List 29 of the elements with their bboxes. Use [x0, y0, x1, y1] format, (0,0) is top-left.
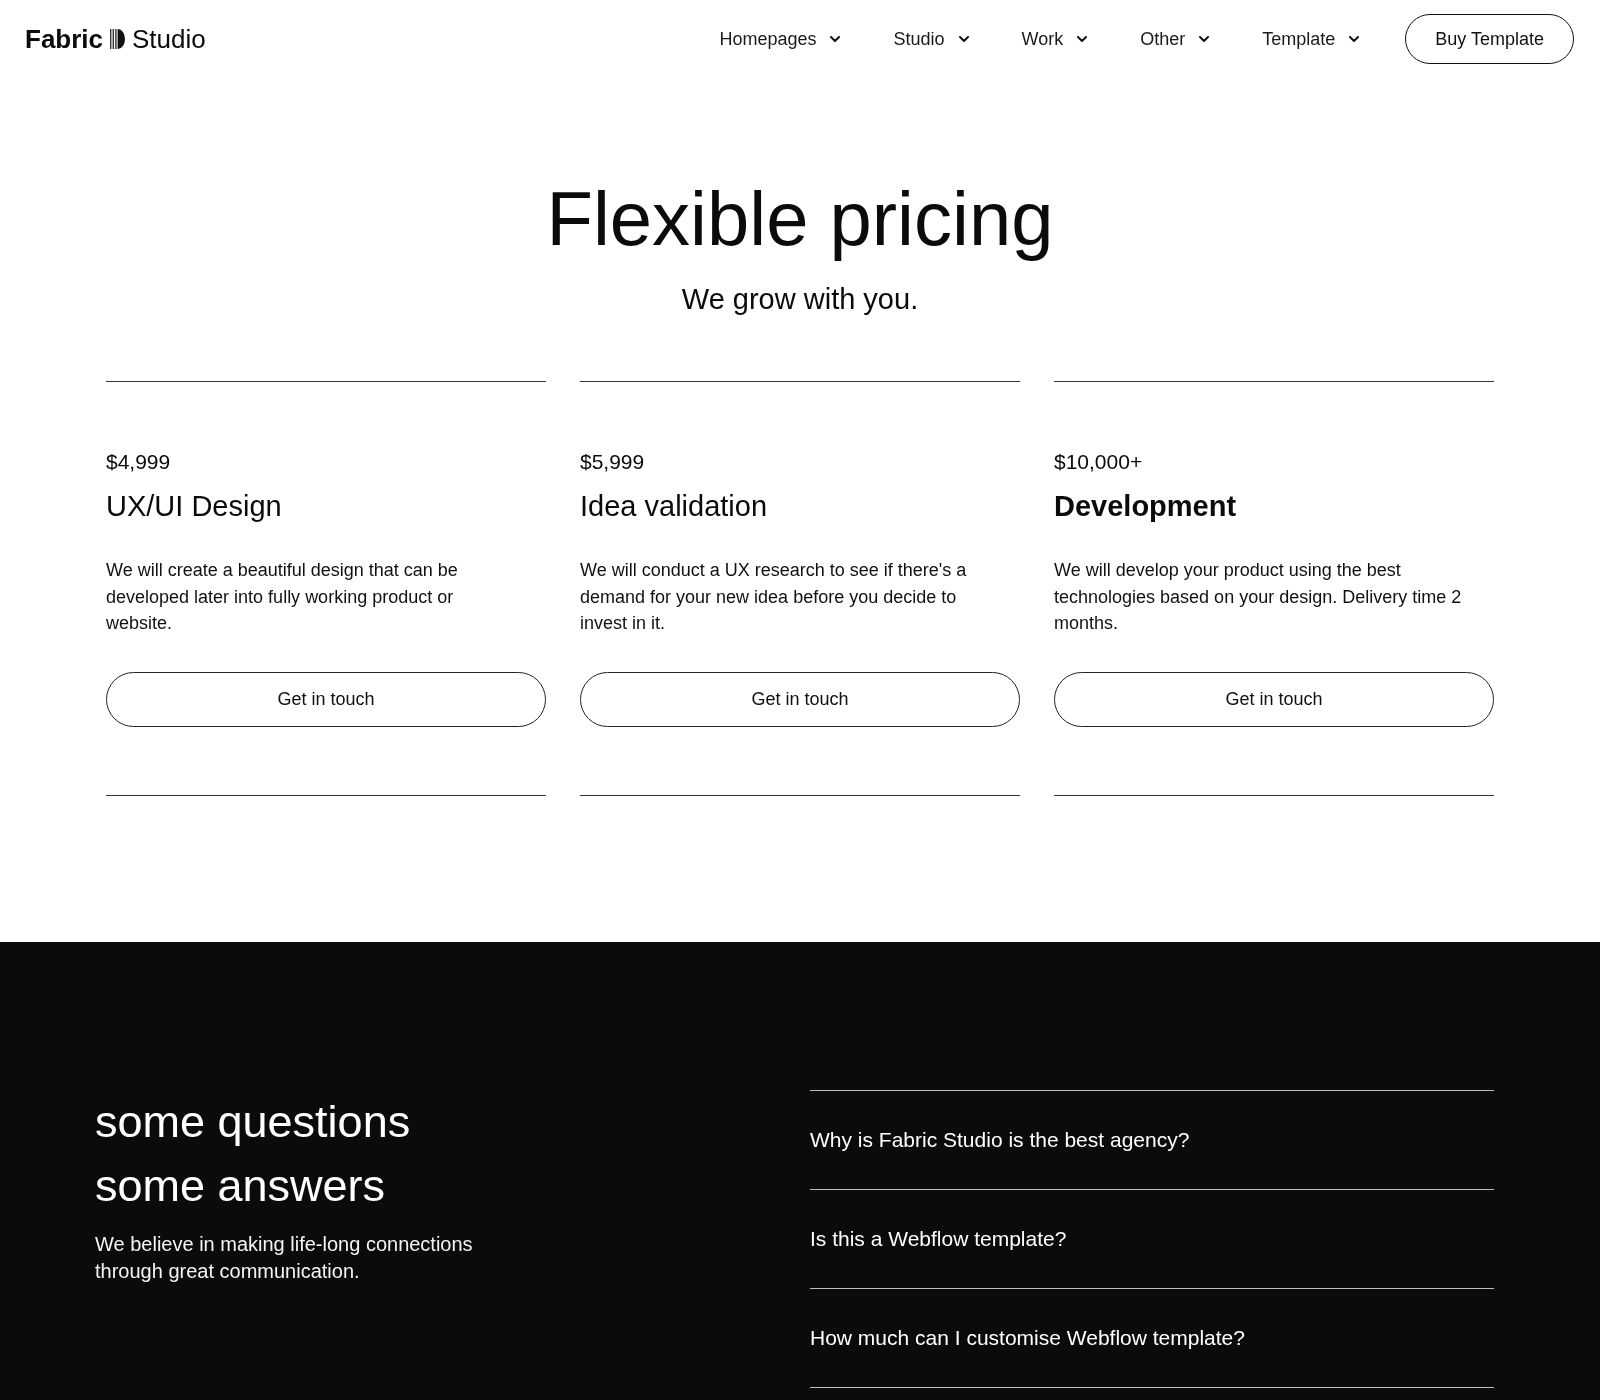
nav-menu-link[interactable]: Studio	[893, 27, 969, 51]
nav-menu-link[interactable]: Work	[1021, 27, 1088, 51]
nav-menu-link[interactable]: Other	[1140, 27, 1210, 51]
plan-price: $5,999	[580, 449, 646, 475]
plan-description: We will conduct a UX research to see if there's a demand for your new idea before you decide to invest in it.	[580, 559, 968, 635]
plan-title: Idea validation	[580, 489, 769, 524]
caret-down-icon	[1349, 36, 1360, 42]
faq-question[interactable]: Why is Fabric Studio is the best agency?	[810, 1090, 1494, 1190]
caret-down-icon	[1199, 36, 1210, 42]
nav-menu-link[interactable]: Template	[1262, 27, 1360, 51]
faq-question[interactable]: How much can I customise Webflow template?	[810, 1288, 1494, 1388]
caret-down-icon	[958, 36, 969, 42]
faq-heading: some questions some answers	[95, 1094, 412, 1213]
plan-price: $10,000+	[1054, 449, 1144, 475]
plan-price: $4,999	[106, 449, 172, 475]
nav-menu-link[interactable]: Homepages	[719, 27, 841, 51]
page-title: Flexible pricing	[545, 177, 1055, 261]
plan-description: We will develop your product using the best technologies based on your design. Delivery time 2 months.	[1054, 559, 1463, 635]
logo[interactable]: Fabric Studio	[25, 24, 206, 54]
plan-description: We will create a beautiful design that can be developed later into fully working product or website.	[106, 559, 459, 635]
plan-title: Development	[1054, 489, 1238, 524]
faq-intro-text: We believe in making life-long connections through great communication.	[95, 1231, 474, 1284]
caret-down-icon	[1077, 36, 1088, 42]
logo-icon	[110, 29, 126, 49]
page-subtitle: We grow with you.	[680, 282, 920, 317]
plan-title: UX/UI Design	[106, 489, 283, 524]
faq-question[interactable]: Is this a Webflow template?	[810, 1189, 1494, 1289]
buy-template-button[interactable]: Buy Template	[1405, 14, 1574, 64]
caret-down-icon	[830, 36, 841, 42]
